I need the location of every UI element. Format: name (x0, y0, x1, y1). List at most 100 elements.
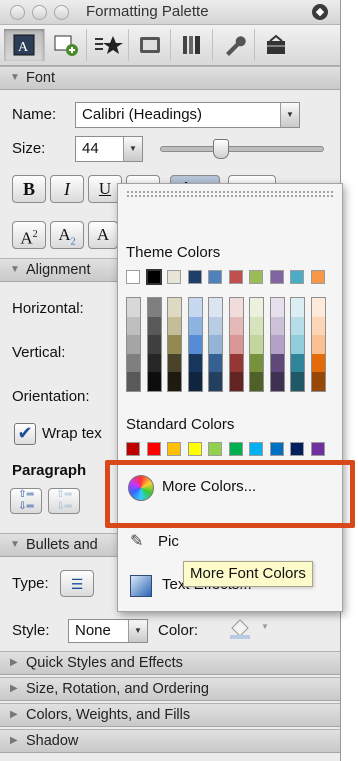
standard-color-swatch[interactable] (290, 442, 304, 456)
standard-color-swatch[interactable] (269, 442, 284, 456)
theme-color-swatch[interactable] (310, 270, 325, 284)
theme-shade-swatch[interactable] (311, 335, 325, 354)
theme-color-swatch[interactable] (187, 270, 202, 284)
standard-color-swatch[interactable] (146, 442, 161, 456)
slider-thumb[interactable] (213, 139, 229, 159)
font-name-combobox[interactable]: Calibri (Headings) ▼ (75, 102, 300, 128)
tear-off-grip[interactable] (126, 190, 334, 198)
theme-shade-swatch[interactable] (311, 316, 325, 336)
fill-bucket-icon[interactable] (228, 616, 252, 640)
theme-shade-swatch[interactable] (147, 353, 161, 373)
bulleted-list-button[interactable]: ☰ (60, 570, 94, 597)
theme-color-swatch[interactable] (145, 269, 162, 285)
theme-shade-swatch[interactable] (147, 372, 161, 391)
palette-options-icon[interactable]: ◆ (312, 4, 328, 20)
wrap-text-checkbox[interactable]: ✔ (14, 423, 36, 445)
media-tab-icon[interactable] (130, 29, 171, 61)
standard-color-swatch[interactable] (310, 442, 325, 456)
chevron-down-icon[interactable]: ▼ (261, 622, 269, 631)
text-case-button[interactable]: A (88, 221, 118, 249)
theme-shade-swatch[interactable] (188, 372, 202, 391)
theme-shade-swatch[interactable] (291, 335, 304, 354)
bullet-style-select[interactable]: None ▼ (68, 619, 148, 643)
theme-shade-swatch[interactable] (209, 316, 222, 336)
theme-shade-swatch[interactable] (270, 316, 284, 336)
tools-tab-icon[interactable] (214, 29, 255, 61)
theme-color-swatch[interactable] (269, 270, 284, 284)
quick-styles-section-header[interactable]: ▶ Quick Styles and Effects (0, 651, 340, 675)
theme-shade-swatch[interactable] (127, 335, 140, 354)
chevron-down-icon[interactable]: ▼ (123, 137, 142, 161)
theme-shade-swatch[interactable] (147, 335, 161, 354)
colors-weights-section-header[interactable]: ▶ Colors, Weights, and Fills (0, 703, 340, 727)
theme-shade-swatch[interactable] (209, 353, 222, 373)
theme-shade-swatch[interactable] (229, 298, 243, 317)
chevron-down-icon[interactable]: ▼ (280, 103, 299, 127)
theme-shade-swatch[interactable] (250, 335, 263, 354)
subscript-button[interactable]: A2 (50, 221, 84, 249)
superscript-button[interactable]: A2 (12, 221, 46, 249)
add-objects-tab-icon[interactable] (46, 29, 87, 61)
theme-color-swatch[interactable] (167, 270, 181, 284)
increase-indent-button[interactable]: ⇧═ ⇩═ (10, 488, 42, 514)
theme-shade-swatch[interactable] (168, 316, 181, 336)
text-formatting-tab-icon[interactable]: A (4, 29, 45, 61)
font-section-header[interactable]: ▼ Font (0, 66, 340, 90)
theme-color-swatch[interactable] (249, 270, 263, 284)
theme-shade-swatch[interactable] (311, 353, 325, 373)
theme-shade-swatch[interactable] (127, 298, 140, 317)
size-rotation-section-header[interactable]: ▶ Size, Rotation, and Ordering (0, 677, 340, 701)
theme-shade-swatch[interactable] (147, 298, 161, 317)
standard-color-swatch[interactable] (208, 442, 222, 456)
styles-tab-icon[interactable] (88, 29, 129, 61)
theme-shade-swatch[interactable] (229, 372, 243, 391)
theme-shade-swatch[interactable] (270, 353, 284, 373)
theme-color-swatch[interactable] (208, 270, 222, 284)
theme-shade-swatch[interactable] (229, 353, 243, 373)
theme-shade-swatch[interactable] (168, 335, 181, 354)
theme-shade-swatch[interactable] (127, 353, 140, 373)
bold-button[interactable]: B (12, 175, 46, 203)
theme-shade-swatch[interactable] (250, 353, 263, 373)
close-window-button[interactable] (10, 5, 25, 20)
theme-shade-swatch[interactable] (147, 316, 161, 336)
theme-shade-swatch[interactable] (291, 316, 304, 336)
reference-tab-icon[interactable] (172, 29, 213, 61)
theme-shade-swatch[interactable] (270, 298, 284, 317)
theme-shade-swatch[interactable] (168, 372, 181, 391)
theme-color-swatch[interactable] (228, 270, 243, 284)
toolbox-tab-icon[interactable] (256, 29, 296, 61)
theme-shade-swatch[interactable] (168, 298, 181, 317)
standard-color-swatch[interactable] (228, 442, 243, 456)
theme-shade-swatch[interactable] (311, 298, 325, 317)
minimize-window-button[interactable] (32, 5, 47, 20)
theme-shade-swatch[interactable] (209, 372, 222, 391)
theme-shade-swatch[interactable] (229, 335, 243, 354)
theme-shade-swatch[interactable] (250, 316, 263, 336)
theme-shade-swatch[interactable] (291, 372, 304, 391)
font-size-combobox[interactable]: 44 ▼ (75, 136, 143, 162)
italic-button[interactable]: I (50, 175, 84, 203)
theme-shade-swatch[interactable] (188, 353, 202, 373)
theme-color-swatch[interactable] (290, 270, 304, 284)
standard-color-swatch[interactable] (167, 442, 181, 456)
theme-shade-swatch[interactable] (250, 298, 263, 317)
theme-shade-swatch[interactable] (229, 316, 243, 336)
chevron-down-icon[interactable]: ▼ (128, 620, 147, 642)
theme-shade-swatch[interactable] (209, 298, 222, 317)
theme-shade-swatch[interactable] (250, 372, 263, 391)
theme-shade-swatch[interactable] (127, 316, 140, 336)
theme-shade-swatch[interactable] (168, 353, 181, 373)
theme-shade-swatch[interactable] (270, 372, 284, 391)
theme-shade-swatch[interactable] (291, 353, 304, 373)
standard-color-swatch[interactable] (249, 442, 263, 456)
zoom-window-button[interactable] (54, 5, 69, 20)
theme-shade-swatch[interactable] (270, 335, 284, 354)
theme-shade-swatch[interactable] (188, 316, 202, 336)
theme-shade-swatch[interactable] (188, 335, 202, 354)
theme-shade-swatch[interactable] (311, 372, 325, 391)
picture-item[interactable]: ✎ Pic (118, 529, 188, 557)
theme-shade-swatch[interactable] (291, 298, 304, 317)
standard-color-swatch[interactable] (126, 442, 140, 456)
standard-color-swatch[interactable] (187, 442, 202, 456)
